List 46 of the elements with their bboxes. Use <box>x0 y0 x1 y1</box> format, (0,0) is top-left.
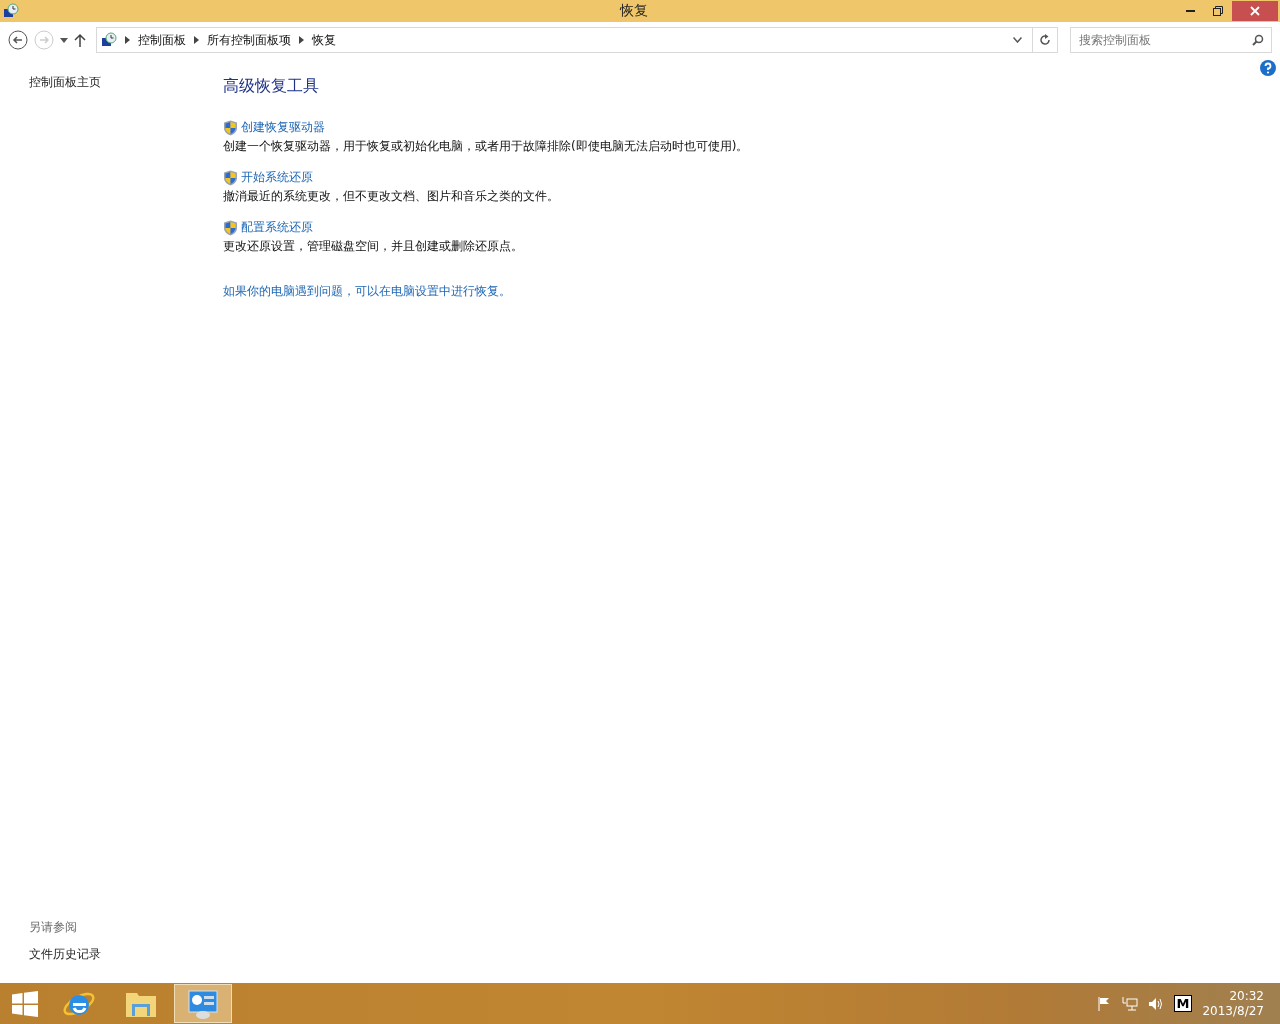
pc-settings-link[interactable]: 如果你的电脑遇到问题，可以在电脑设置中进行恢复。 <box>223 283 749 300</box>
breadcrumb[interactable]: 恢复 <box>312 31 336 49</box>
recent-dropdown-button[interactable] <box>60 37 68 43</box>
refresh-icon <box>1039 34 1051 46</box>
speaker-icon[interactable] <box>1147 996 1164 1011</box>
tool-description: 创建一个恢复驱动器，用于恢复或初始化电脑，或者用于故障排除(即使电脑无法启动时也可使用)。 <box>223 138 749 155</box>
control-panel-icon <box>101 32 117 48</box>
flag-icon[interactable] <box>1097 996 1112 1011</box>
restore-icon <box>1213 6 1223 16</box>
shield-icon <box>223 169 238 186</box>
chevron-right-icon <box>194 36 199 44</box>
input-method-indicator[interactable]: M <box>1173 995 1193 1012</box>
network-icon[interactable] <box>1121 996 1138 1011</box>
taskbar-app[interactable] <box>174 984 232 1023</box>
control-panel-icon <box>3 3 19 19</box>
search-field[interactable]: 搜索控制面板 <box>1070 27 1272 53</box>
refresh-button[interactable] <box>1032 27 1058 53</box>
shield-icon <box>223 119 238 136</box>
section-heading: 高级恢复工具 <box>223 76 320 97</box>
back-button[interactable] <box>8 30 28 50</box>
chevron-right-icon <box>299 36 304 44</box>
up-button[interactable] <box>74 33 86 47</box>
tool-link[interactable]: 开始系统还原 <box>223 169 313 186</box>
clock[interactable]: 20:32 2013/8/27 <box>1202 988 1264 1019</box>
tool-link[interactable]: 配置系统还原 <box>223 219 313 236</box>
address-bar[interactable]: 控制面板 所有控制面板项 恢复 <box>96 27 1033 53</box>
tool-description: 撤消最近的系统更改，但不更改文档、图片和音乐之类的文件。 <box>223 188 560 205</box>
control-panel-icon <box>187 987 219 1020</box>
sidebar-link[interactable]: 控制面板主页 <box>29 74 194 91</box>
window-title: 恢复 <box>618 2 649 20</box>
shield-icon <box>223 219 238 236</box>
clock-time: 20:32 <box>1229 988 1264 1004</box>
help-icon[interactable] <box>1260 60 1276 76</box>
chevron-right-icon <box>125 36 130 44</box>
breadcrumb[interactable]: 所有控制面板项 <box>207 31 291 49</box>
breadcrumb[interactable]: 控制面板 <box>138 31 186 49</box>
close-button[interactable] <box>1232 1 1278 21</box>
close-icon <box>1250 6 1260 16</box>
clock-date: 2013/8/27 <box>1202 1003 1264 1019</box>
dropdown-chevron-icon <box>1013 37 1022 43</box>
see-also-heading: 另请参阅 <box>29 919 78 936</box>
minimize-icon <box>1185 10 1195 12</box>
tool-description: 更改还原设置，管理磁盘空间，并且创建或删除还原点。 <box>223 238 524 255</box>
sidebar-link[interactable]: 文件历史记录 <box>29 946 194 963</box>
tool-link[interactable]: 创建恢复驱动器 <box>223 119 325 136</box>
search-icon[interactable] <box>1252 34 1264 46</box>
